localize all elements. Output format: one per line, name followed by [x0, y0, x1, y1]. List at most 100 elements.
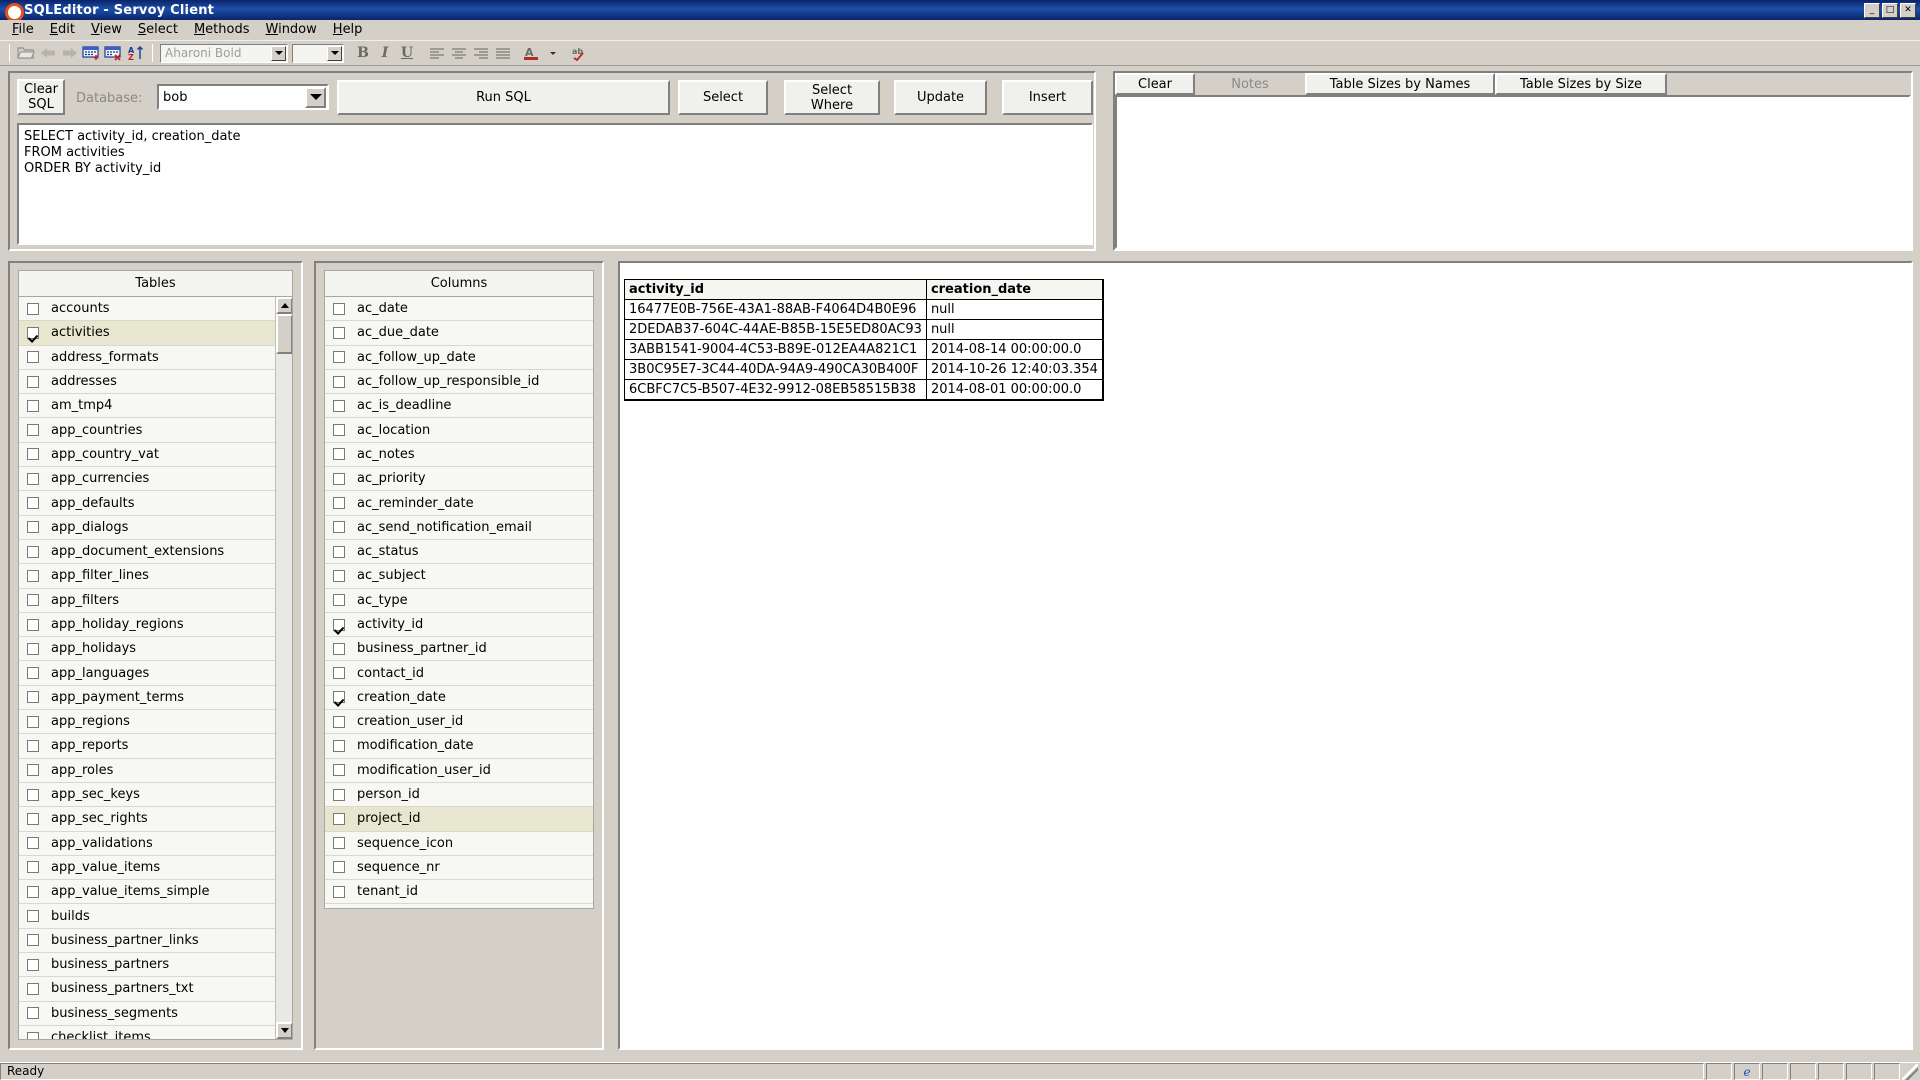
columns-list[interactable]: ac_date ac_due_date ac_follow_up_date ac_fo… [324, 297, 594, 909]
table-item[interactable]: app_currencies [19, 467, 292, 492]
checkbox-icon[interactable] [27, 764, 39, 777]
update-button[interactable]: Update [894, 80, 987, 115]
checkbox-icon[interactable] [27, 958, 39, 971]
table-item[interactable]: business_segments [19, 1001, 292, 1026]
checkbox-icon[interactable] [333, 375, 345, 388]
tab-table-sizes-by-names[interactable]: Table Sizes by Names [1305, 73, 1495, 95]
checkbox-icon[interactable] [333, 788, 345, 801]
checkbox-icon[interactable] [27, 788, 39, 801]
spellcheck-icon[interactable]: ab [570, 42, 592, 64]
database-combo[interactable]: bob [157, 84, 329, 110]
checkbox-icon[interactable] [27, 812, 39, 825]
column-item[interactable]: ac_due_date [325, 321, 593, 346]
table-item[interactable]: app_roles [19, 758, 292, 783]
checkbox-icon[interactable] [27, 326, 39, 339]
checkbox-icon[interactable] [333, 861, 345, 874]
table-item[interactable]: app_country_vat [19, 442, 292, 468]
grid-row[interactable]: 2DEDAB37-604C-44AE-B85B-15E5ED80AC93 null [625, 319, 1103, 340]
table-item[interactable]: app_dialogs [19, 515, 292, 540]
menu-view[interactable]: View [83, 20, 130, 39]
new-record-icon[interactable] [81, 42, 103, 64]
sql-text-editor[interactable]: SELECT activity_id, creation_date FROM a… [17, 123, 1093, 245]
column-item[interactable]: business_partner_id [325, 637, 593, 662]
align-left-icon[interactable] [426, 42, 448, 64]
checkbox-icon[interactable] [333, 326, 345, 339]
column-item[interactable]: ac_location [325, 418, 593, 443]
checkbox-icon[interactable] [333, 642, 345, 655]
grid-cell[interactable]: null [926, 299, 1103, 320]
checkbox-icon[interactable] [333, 448, 345, 461]
table-item[interactable]: address_formats [19, 345, 292, 370]
column-item[interactable]: ac_date [325, 297, 593, 322]
back-arrow-icon[interactable] [37, 42, 59, 64]
column-item[interactable]: activity_id [325, 612, 593, 638]
checkbox-icon[interactable] [27, 545, 39, 558]
column-item[interactable]: person_id [325, 782, 593, 808]
column-item[interactable]: sequence_nr [325, 855, 593, 881]
menu-help[interactable]: Help [325, 20, 371, 39]
table-item[interactable]: app_reports [19, 734, 292, 759]
column-item[interactable]: ac_notes [325, 442, 593, 468]
checkbox-icon[interactable] [27, 472, 39, 485]
font-size-combo[interactable] [292, 43, 344, 63]
table-item[interactable]: app_payment_terms [19, 685, 292, 711]
grid-row[interactable]: 6CBFC7C5-B507-4E32-9912-08EB58515B38 2014… [625, 379, 1103, 400]
column-item[interactable]: ac_priority [325, 467, 593, 492]
scroll-down-icon[interactable] [276, 1022, 292, 1039]
scroll-up-icon[interactable] [276, 297, 292, 314]
column-item[interactable]: creation_date [325, 685, 593, 711]
column-item[interactable]: tenant_id [325, 880, 593, 905]
checkbox-icon[interactable] [27, 934, 39, 947]
checkbox-icon[interactable] [27, 351, 39, 364]
checkbox-icon[interactable] [333, 497, 345, 510]
menu-methods[interactable]: Methods [186, 20, 258, 39]
checkbox-icon[interactable] [27, 642, 39, 655]
table-item[interactable]: app_holiday_regions [19, 612, 292, 638]
table-item[interactable]: business_partner_links [19, 928, 292, 954]
menu-file[interactable]: File [4, 20, 42, 39]
menu-window[interactable]: Window [258, 20, 325, 39]
table-item[interactable]: app_validations [19, 831, 292, 856]
table-item[interactable]: app_countries [19, 418, 292, 443]
delete-record-icon[interactable] [103, 42, 125, 64]
checkbox-icon[interactable] [27, 982, 39, 995]
align-right-icon[interactable] [470, 42, 492, 64]
checkbox-icon[interactable] [333, 667, 345, 680]
grid-cell[interactable]: 3B0C95E7-3C44-40DA-94A9-490CA30B400F [625, 359, 927, 380]
chevron-down-icon[interactable] [305, 86, 326, 108]
minimize-button[interactable]: _ [1864, 2, 1880, 18]
table-item[interactable]: app_holidays [19, 637, 292, 662]
table-item[interactable]: accounts [19, 297, 292, 322]
align-center-icon[interactable] [448, 42, 470, 64]
grid-cell[interactable]: 2014-08-14 00:00:00.0 [926, 339, 1103, 360]
checkbox-icon[interactable] [333, 302, 345, 315]
table-item[interactable]: app_document_extensions [19, 539, 292, 565]
checkbox-icon[interactable] [27, 375, 39, 388]
checkbox-icon[interactable] [27, 885, 39, 898]
tables-list[interactable]: accounts activities address_formats address… [18, 297, 293, 1040]
menu-edit[interactable]: Edit [42, 20, 83, 39]
underline-button[interactable]: U [396, 42, 418, 64]
table-item[interactable]: app_languages [19, 661, 292, 686]
checkbox-icon[interactable] [333, 715, 345, 728]
column-item[interactable]: ac_status [325, 539, 593, 565]
grid-cell[interactable]: 6CBFC7C5-B507-4E32-9912-08EB58515B38 [625, 379, 927, 400]
grid-row[interactable]: 3B0C95E7-3C44-40DA-94A9-490CA30B400F 2014… [625, 359, 1103, 380]
scrollbar-thumb[interactable] [276, 314, 292, 354]
checkbox-icon[interactable] [27, 521, 39, 534]
table-item[interactable]: builds [19, 904, 292, 929]
table-item[interactable]: app_value_items [19, 855, 292, 881]
table-item[interactable]: app_value_items_simple [19, 880, 292, 905]
table-item[interactable]: app_filter_lines [19, 564, 292, 589]
insert-button[interactable]: Insert [1002, 80, 1093, 115]
sort-az-icon[interactable]: A Z [125, 42, 147, 64]
column-item[interactable]: ac_type [325, 588, 593, 613]
chevron-down-icon[interactable] [271, 45, 286, 61]
grid-cell[interactable]: 3ABB1541-9004-4C53-B89E-012EA4A821C1 [625, 339, 927, 360]
checkbox-icon[interactable] [27, 667, 39, 680]
column-item[interactable]: modification_user_id [325, 758, 593, 783]
checkbox-icon[interactable] [333, 812, 345, 825]
column-item[interactable]: project_id [325, 807, 593, 832]
grid-cell[interactable]: 2DEDAB37-604C-44AE-B85B-15E5ED80AC93 [625, 319, 927, 340]
tab-clear[interactable]: Clear [1115, 73, 1195, 95]
